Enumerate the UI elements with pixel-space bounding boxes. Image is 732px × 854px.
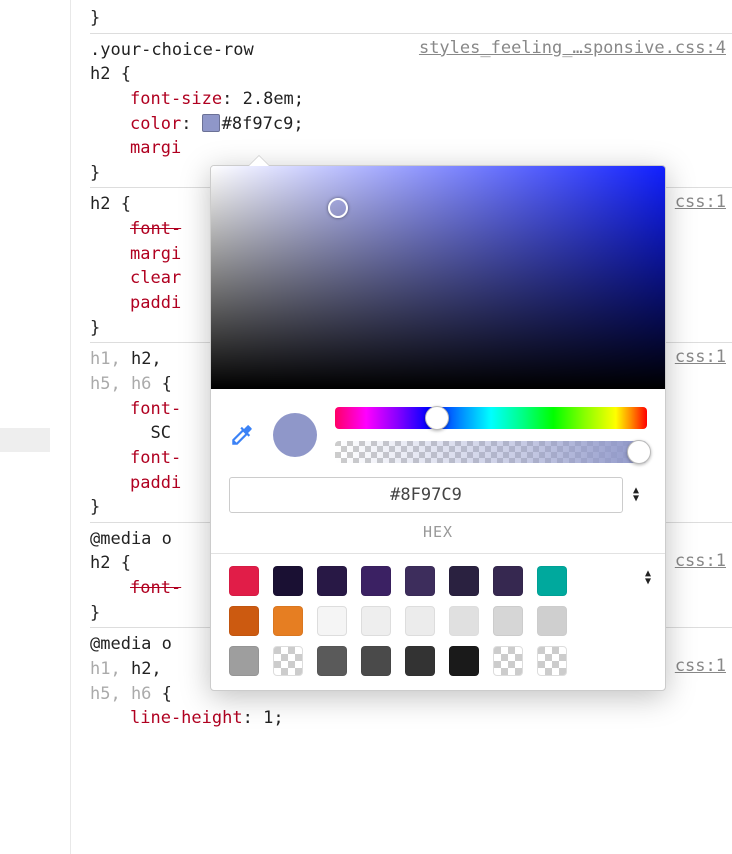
palette-swatch[interactable] [361, 566, 391, 596]
gutter-highlight [0, 428, 50, 452]
css-property-fragment[interactable]: paddi [130, 293, 181, 313]
css-declaration[interactable]: color: #8f97c9; [90, 112, 732, 137]
hue-slider[interactable] [335, 407, 647, 429]
palette-swatch[interactable] [361, 606, 391, 636]
source-link[interactable]: css:1 [675, 549, 726, 574]
source-link[interactable]: css:1 [675, 654, 726, 679]
selector[interactable]: .your-choice-rowh2 { [90, 40, 254, 85]
css-property-fragment[interactable]: clear [130, 268, 181, 288]
palette-swatch[interactable] [405, 566, 435, 596]
media-query: @media o) [90, 529, 172, 549]
palette-swatch[interactable] [229, 566, 259, 596]
gutter [0, 0, 80, 854]
palette-swatch[interactable] [493, 606, 523, 636]
brace-close: } [90, 163, 100, 183]
format-label: HEX [211, 523, 665, 553]
selector[interactable]: h2 { [90, 553, 131, 573]
css-value[interactable]: #8f97c9; [222, 114, 304, 134]
palette-swatch[interactable] [273, 646, 303, 676]
brace-close: } [90, 318, 100, 338]
css-declaration[interactable]: font-size: 2.8em; [90, 87, 732, 112]
palette-swatch[interactable] [317, 566, 347, 596]
brace-close: } [90, 603, 100, 623]
css-property-fragment[interactable]: paddi [130, 473, 181, 493]
palette-swatch[interactable] [449, 566, 479, 596]
media-query: @media o) [90, 634, 172, 654]
css-declaration[interactable]: line-height: 1; [90, 706, 732, 731]
palette-swatch[interactable] [537, 566, 567, 596]
css-property-overridden[interactable]: font- [130, 578, 181, 598]
selector[interactable]: h1, h2,h5, h6 { [90, 659, 172, 704]
palette-swatch[interactable] [449, 606, 479, 636]
palette-swatch[interactable] [537, 646, 567, 676]
brace-close: } [90, 8, 100, 28]
css-value[interactable]: 1; [263, 708, 283, 728]
hex-row: ▲ ▼ [211, 477, 665, 523]
color-picker[interactable]: ▲ ▼ HEX ▲ ▼ [210, 165, 666, 691]
css-property-overridden[interactable]: font- [130, 219, 181, 239]
palette-swatch[interactable] [361, 646, 391, 676]
palette-row [229, 606, 647, 636]
css-rule: } [90, 2, 732, 34]
css-property[interactable]: line-height [130, 708, 243, 728]
palette-swatch[interactable] [229, 606, 259, 636]
palette-swatch[interactable] [317, 646, 347, 676]
css-property-fragment[interactable]: font- [130, 399, 181, 419]
css-property[interactable]: color [130, 114, 181, 134]
popup-arrow [249, 156, 269, 166]
hex-input[interactable] [229, 477, 623, 513]
gutter-separator [70, 0, 71, 854]
css-property[interactable]: font-size [130, 89, 222, 109]
chevron-down-icon[interactable]: ▼ [645, 578, 651, 586]
alpha-handle[interactable] [627, 440, 651, 464]
palette-swatch[interactable] [273, 566, 303, 596]
css-property-fragment[interactable]: margi [130, 244, 181, 264]
palette-swatch[interactable] [273, 606, 303, 636]
format-stepper[interactable]: ▲ ▼ [633, 487, 647, 503]
palette-swatch[interactable] [493, 646, 523, 676]
color-swatch[interactable] [202, 114, 220, 132]
css-declaration[interactable]: margi [90, 136, 732, 161]
saturation-value-field[interactable] [211, 166, 665, 389]
palette-swatch[interactable] [537, 606, 567, 636]
palette-swatch[interactable] [493, 566, 523, 596]
palette-swatch[interactable] [449, 646, 479, 676]
selector-dim[interactable]: h1, [90, 349, 121, 369]
alpha-slider[interactable] [335, 441, 647, 463]
palette-row [229, 646, 647, 676]
color-preview [273, 413, 317, 457]
hue-handle[interactable] [425, 406, 449, 430]
css-property-fragment[interactable]: margi [130, 138, 181, 158]
source-link[interactable]: css:1 [675, 345, 726, 370]
palette-swatch[interactable] [229, 646, 259, 676]
palette-row [229, 566, 647, 596]
palette-swatch[interactable] [405, 606, 435, 636]
chevron-down-icon[interactable]: ▼ [633, 495, 647, 503]
sv-handle[interactable] [328, 198, 348, 218]
palette: ▲ ▼ [211, 553, 665, 690]
brace-close: } [90, 497, 100, 517]
eyedropper-icon[interactable] [229, 422, 255, 448]
selector[interactable]: h1, h2,h5, h6 { [90, 349, 172, 394]
css-property-fragment[interactable]: font- [130, 448, 181, 468]
palette-swatch[interactable] [317, 606, 347, 636]
source-link[interactable]: css:1 [675, 190, 726, 215]
selector[interactable]: h2 { [90, 194, 131, 214]
sliders [335, 407, 647, 463]
css-value[interactable]: 2.8em; [243, 89, 304, 109]
source-link[interactable]: styles_feeling_…sponsive.css:4 [419, 36, 726, 61]
palette-stepper[interactable]: ▲ ▼ [645, 570, 651, 586]
picker-controls [211, 389, 665, 477]
palette-swatch[interactable] [405, 646, 435, 676]
